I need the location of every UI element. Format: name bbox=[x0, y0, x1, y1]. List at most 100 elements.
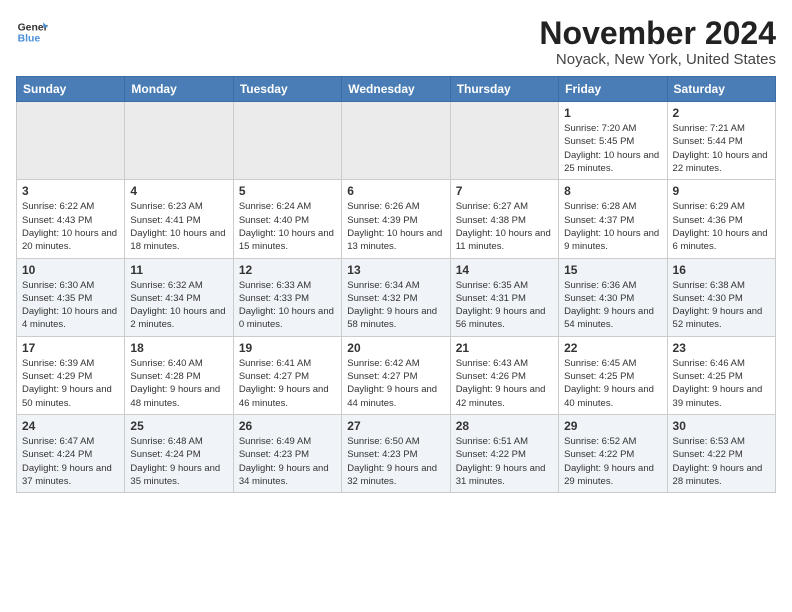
day-info: Sunrise: 6:27 AM Sunset: 4:38 PM Dayligh… bbox=[456, 200, 553, 253]
day-info: Sunrise: 6:29 AM Sunset: 4:36 PM Dayligh… bbox=[673, 200, 770, 253]
day-number: 7 bbox=[456, 184, 553, 198]
logo: General Blue bbox=[16, 16, 48, 48]
calendar-cell: 6 Sunrise: 6:26 AM Sunset: 4:39 PM Daylig… bbox=[342, 180, 450, 258]
day-number: 5 bbox=[239, 184, 336, 198]
calendar-cell bbox=[17, 102, 125, 180]
calendar-cell bbox=[342, 102, 450, 180]
calendar-header-row: SundayMondayTuesdayWednesdayThursdayFrid… bbox=[17, 77, 776, 102]
day-number: 26 bbox=[239, 419, 336, 433]
page-header: General Blue November 2024 Noyack, New Y… bbox=[16, 16, 776, 68]
day-info: Sunrise: 6:52 AM Sunset: 4:22 PM Dayligh… bbox=[564, 435, 661, 488]
day-info: Sunrise: 6:38 AM Sunset: 4:30 PM Dayligh… bbox=[673, 279, 770, 332]
calendar-cell: 4 Sunrise: 6:23 AM Sunset: 4:41 PM Daylig… bbox=[125, 180, 233, 258]
calendar-week-3: 10 Sunrise: 6:30 AM Sunset: 4:35 PM Dayli… bbox=[17, 258, 776, 336]
calendar-cell: 5 Sunrise: 6:24 AM Sunset: 4:40 PM Daylig… bbox=[233, 180, 341, 258]
calendar-cell: 19 Sunrise: 6:41 AM Sunset: 4:27 PM Dayli… bbox=[233, 336, 341, 414]
day-info: Sunrise: 6:41 AM Sunset: 4:27 PM Dayligh… bbox=[239, 357, 336, 410]
day-info: Sunrise: 6:36 AM Sunset: 4:30 PM Dayligh… bbox=[564, 279, 661, 332]
calendar-cell: 26 Sunrise: 6:49 AM Sunset: 4:23 PM Dayli… bbox=[233, 414, 341, 492]
day-info: Sunrise: 6:45 AM Sunset: 4:25 PM Dayligh… bbox=[564, 357, 661, 410]
day-info: Sunrise: 6:28 AM Sunset: 4:37 PM Dayligh… bbox=[564, 200, 661, 253]
day-info: Sunrise: 6:50 AM Sunset: 4:23 PM Dayligh… bbox=[347, 435, 444, 488]
day-info: Sunrise: 6:51 AM Sunset: 4:22 PM Dayligh… bbox=[456, 435, 553, 488]
calendar-cell: 2 Sunrise: 7:21 AM Sunset: 5:44 PM Daylig… bbox=[667, 102, 775, 180]
day-number: 12 bbox=[239, 263, 336, 277]
day-info: Sunrise: 6:22 AM Sunset: 4:43 PM Dayligh… bbox=[22, 200, 119, 253]
calendar-cell: 18 Sunrise: 6:40 AM Sunset: 4:28 PM Dayli… bbox=[125, 336, 233, 414]
calendar-cell: 3 Sunrise: 6:22 AM Sunset: 4:43 PM Daylig… bbox=[17, 180, 125, 258]
day-info: Sunrise: 7:21 AM Sunset: 5:44 PM Dayligh… bbox=[673, 122, 770, 175]
calendar-cell: 15 Sunrise: 6:36 AM Sunset: 4:30 PM Dayli… bbox=[559, 258, 667, 336]
day-info: Sunrise: 6:24 AM Sunset: 4:40 PM Dayligh… bbox=[239, 200, 336, 253]
day-number: 18 bbox=[130, 341, 227, 355]
day-number: 9 bbox=[673, 184, 770, 198]
column-header-tuesday: Tuesday bbox=[233, 77, 341, 102]
calendar-cell: 22 Sunrise: 6:45 AM Sunset: 4:25 PM Dayli… bbox=[559, 336, 667, 414]
column-header-wednesday: Wednesday bbox=[342, 77, 450, 102]
calendar-cell: 1Sunrise: 7:20 AM Sunset: 5:45 PM Daylig… bbox=[559, 102, 667, 180]
logo-icon: General Blue bbox=[16, 16, 48, 48]
column-header-saturday: Saturday bbox=[667, 77, 775, 102]
day-number: 1 bbox=[564, 106, 661, 120]
calendar-cell: 12 Sunrise: 6:33 AM Sunset: 4:33 PM Dayli… bbox=[233, 258, 341, 336]
calendar-cell: 13 Sunrise: 6:34 AM Sunset: 4:32 PM Dayli… bbox=[342, 258, 450, 336]
day-info: Sunrise: 6:42 AM Sunset: 4:27 PM Dayligh… bbox=[347, 357, 444, 410]
day-number: 19 bbox=[239, 341, 336, 355]
day-info: Sunrise: 6:47 AM Sunset: 4:24 PM Dayligh… bbox=[22, 435, 119, 488]
day-info: Sunrise: 6:26 AM Sunset: 4:39 PM Dayligh… bbox=[347, 200, 444, 253]
day-number: 3 bbox=[22, 184, 119, 198]
day-number: 25 bbox=[130, 419, 227, 433]
day-info: Sunrise: 6:33 AM Sunset: 4:33 PM Dayligh… bbox=[239, 279, 336, 332]
column-header-monday: Monday bbox=[125, 77, 233, 102]
day-info: Sunrise: 6:43 AM Sunset: 4:26 PM Dayligh… bbox=[456, 357, 553, 410]
svg-text:Blue: Blue bbox=[18, 34, 41, 45]
calendar-cell: 27 Sunrise: 6:50 AM Sunset: 4:23 PM Dayli… bbox=[342, 414, 450, 492]
day-number: 20 bbox=[347, 341, 444, 355]
day-info: Sunrise: 6:53 AM Sunset: 4:22 PM Dayligh… bbox=[673, 435, 770, 488]
day-number: 16 bbox=[673, 263, 770, 277]
calendar-week-4: 17Sunrise: 6:39 AM Sunset: 4:29 PM Dayli… bbox=[17, 336, 776, 414]
day-info: Sunrise: 6:40 AM Sunset: 4:28 PM Dayligh… bbox=[130, 357, 227, 410]
column-header-thursday: Thursday bbox=[450, 77, 558, 102]
day-number: 29 bbox=[564, 419, 661, 433]
calendar-week-2: 3 Sunrise: 6:22 AM Sunset: 4:43 PM Daylig… bbox=[17, 180, 776, 258]
calendar-cell bbox=[450, 102, 558, 180]
day-number: 4 bbox=[130, 184, 227, 198]
day-number: 30 bbox=[673, 419, 770, 433]
day-number: 11 bbox=[130, 263, 227, 277]
day-info: Sunrise: 6:32 AM Sunset: 4:34 PM Dayligh… bbox=[130, 279, 227, 332]
calendar-cell: 30 Sunrise: 6:53 AM Sunset: 4:22 PM Dayli… bbox=[667, 414, 775, 492]
calendar-cell: 11 Sunrise: 6:32 AM Sunset: 4:34 PM Dayli… bbox=[125, 258, 233, 336]
location: Noyack, New York, United States bbox=[539, 51, 776, 68]
calendar-table: SundayMondayTuesdayWednesdayThursdayFrid… bbox=[16, 76, 776, 493]
day-number: 2 bbox=[673, 106, 770, 120]
day-info: Sunrise: 6:39 AM Sunset: 4:29 PM Dayligh… bbox=[22, 357, 119, 410]
day-info: Sunrise: 6:48 AM Sunset: 4:24 PM Dayligh… bbox=[130, 435, 227, 488]
day-number: 21 bbox=[456, 341, 553, 355]
calendar-cell: 8Sunrise: 6:28 AM Sunset: 4:37 PM Daylig… bbox=[559, 180, 667, 258]
day-info: Sunrise: 6:30 AM Sunset: 4:35 PM Dayligh… bbox=[22, 279, 119, 332]
column-header-friday: Friday bbox=[559, 77, 667, 102]
calendar-cell: 28 Sunrise: 6:51 AM Sunset: 4:22 PM Dayli… bbox=[450, 414, 558, 492]
day-number: 6 bbox=[347, 184, 444, 198]
calendar-cell: 7 Sunrise: 6:27 AM Sunset: 4:38 PM Daylig… bbox=[450, 180, 558, 258]
day-number: 28 bbox=[456, 419, 553, 433]
day-number: 22 bbox=[564, 341, 661, 355]
day-number: 27 bbox=[347, 419, 444, 433]
calendar-cell: 9 Sunrise: 6:29 AM Sunset: 4:36 PM Daylig… bbox=[667, 180, 775, 258]
day-info: Sunrise: 6:49 AM Sunset: 4:23 PM Dayligh… bbox=[239, 435, 336, 488]
column-header-sunday: Sunday bbox=[17, 77, 125, 102]
calendar-cell bbox=[125, 102, 233, 180]
day-info: Sunrise: 6:23 AM Sunset: 4:41 PM Dayligh… bbox=[130, 200, 227, 253]
day-number: 15 bbox=[564, 263, 661, 277]
day-info: Sunrise: 6:34 AM Sunset: 4:32 PM Dayligh… bbox=[347, 279, 444, 332]
calendar-week-1: 1Sunrise: 7:20 AM Sunset: 5:45 PM Daylig… bbox=[17, 102, 776, 180]
calendar-cell: 21 Sunrise: 6:43 AM Sunset: 4:26 PM Dayli… bbox=[450, 336, 558, 414]
calendar-cell: 10 Sunrise: 6:30 AM Sunset: 4:35 PM Dayli… bbox=[17, 258, 125, 336]
day-number: 13 bbox=[347, 263, 444, 277]
day-number: 10 bbox=[22, 263, 119, 277]
month-title: November 2024 bbox=[539, 16, 776, 51]
calendar-cell: 14Sunrise: 6:35 AM Sunset: 4:31 PM Dayli… bbox=[450, 258, 558, 336]
day-number: 24 bbox=[22, 419, 119, 433]
calendar-cell: 29 Sunrise: 6:52 AM Sunset: 4:22 PM Dayli… bbox=[559, 414, 667, 492]
